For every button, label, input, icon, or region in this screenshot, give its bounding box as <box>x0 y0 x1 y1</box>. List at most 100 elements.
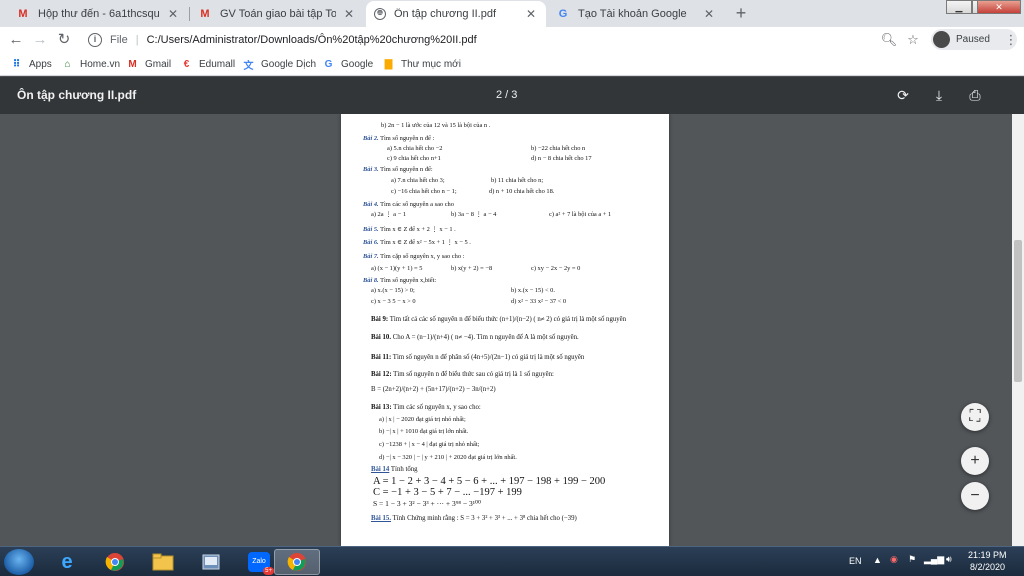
bookmark-star-icon[interactable]: ☆ <box>904 31 922 49</box>
apps-grid-icon: ⠿ <box>12 58 21 70</box>
new-tab-button[interactable]: + <box>731 3 751 23</box>
print-icon[interactable]: ⎙ <box>966 86 984 104</box>
zoom-out-button[interactable]: − <box>961 482 989 510</box>
pdf-line: Bài 3. Tìm số nguyên n để: <box>363 166 433 173</box>
window-close-button[interactable]: ✕ <box>977 0 1021 14</box>
pdf-line: Bài 8. Tìm số nguyên x,biết: <box>363 277 437 284</box>
bookmark-label: Apps <box>29 58 52 70</box>
pdf-line: c) −16 chia hết cho n − 1; <box>391 188 457 195</box>
close-icon[interactable]: ✕ <box>342 7 356 21</box>
bookmark-gmail[interactable]: M Gmail <box>126 56 171 72</box>
pdf-line: b) 3a − 8 ⋮ a − 4 <box>451 211 497 218</box>
tab-gv-toan[interactable]: M GV Toán giao bài tập Toán trong ✕ <box>190 1 364 27</box>
google-icon: G <box>558 8 568 20</box>
flag-icon[interactable]: ⚑ <box>908 554 916 565</box>
bookmark-apps[interactable]: ⠿ Apps <box>10 56 52 72</box>
close-icon[interactable]: ✕ <box>524 7 538 21</box>
bookmark-folder[interactable]: ▇ Thư mục mới <box>382 56 461 72</box>
google-icon: G <box>324 58 333 70</box>
pdf-line: a) (x − 1)(y + 1) = 5 <box>371 265 423 272</box>
pdf-toolbar: Ôn tập chương II.pdf 2 / 3 ⟳ ⤓ ⎙ <box>0 77 1024 114</box>
info-icon[interactable]: i <box>88 33 102 47</box>
start-button[interactable] <box>4 549 34 575</box>
tab-title: GV Toán giao bài tập Toán trong <box>220 8 336 20</box>
signal-icon[interactable]: ▂▄▆ <box>924 554 944 565</box>
download-icon[interactable]: ⤓ <box>930 86 948 104</box>
back-button[interactable]: ← <box>6 30 26 50</box>
pdf-line: c) 9 chia hết cho n+1 <box>387 155 441 162</box>
tab-title: Ôn tập chương II.pdf <box>394 8 497 20</box>
bookmark-label: Gmail <box>145 58 172 70</box>
tab-inbox[interactable]: M Hộp thư đến - 6a1thcsquantoan ✕ <box>8 1 188 27</box>
notification-icon[interactable]: ◉ <box>890 554 898 565</box>
pdf-line: b) 11 chia hết cho n; <box>491 177 544 184</box>
close-icon[interactable]: ✕ <box>702 7 716 21</box>
profile-status: Paused <box>956 34 990 45</box>
bookmark-label: Google Dịch <box>261 58 317 70</box>
fit-to-page-button[interactable]: ⛶ <box>961 403 989 431</box>
pdf-viewport[interactable]: b) 2n − 1 là ước của 12 và 15 là bội của… <box>0 114 1012 546</box>
pdf-line: b) x(y + 2) = −8 <box>451 265 493 272</box>
file-explorer-icon[interactable] <box>140 549 186 575</box>
browser-toolbar: ← → ↻ i File | C:/Users/Administrator/Do… <box>0 27 1024 52</box>
tab-pdf[interactable]: 🌐︎ Ôn tập chương II.pdf ✕ <box>366 1 546 27</box>
gmail-icon: M <box>200 8 210 20</box>
zalo-badge: 5+ <box>263 567 274 575</box>
clock-time[interactable]: 21:19 PM <box>968 550 1007 560</box>
pdf-scrollbar[interactable] <box>1012 114 1024 546</box>
pdf-line: Bài 12: Tìm số nguyên n để biểu thức sau… <box>371 371 554 378</box>
windows-taskbar: e Zalo 5+ EN ▲ ◉ ⚑ ▂▄▆ 🔊︎ 21:19 PM 8/2/2… <box>0 546 1024 576</box>
pdf-line: a) | x | − 2020 đạt giá trị nhỏ nhất; <box>379 416 466 423</box>
close-icon[interactable]: ✕ <box>166 7 180 21</box>
ie-icon[interactable]: e <box>44 549 90 575</box>
pdf-line: C = −1 + 3 − 5 + 7 − ... −197 + 199 <box>373 487 522 498</box>
bookmark-google-dich[interactable]: 文 Google Dịch <box>242 56 317 72</box>
pdf-line: c) xy − 2x − 2y = 0 <box>531 265 581 272</box>
app-icon[interactable] <box>188 549 234 575</box>
pdf-line: a) 7.n chia hết cho 3; <box>391 177 445 184</box>
scrollbar-thumb[interactable] <box>1014 240 1022 382</box>
volume-icon[interactable]: 🔊︎ <box>946 554 952 565</box>
tab-strip: M Hộp thư đến - 6a1thcsquantoan ✕ M GV T… <box>0 0 1024 27</box>
pdf-line: d) n − 8 chia hết cho 17 <box>531 155 592 162</box>
menu-icon[interactable]: ⋮ <box>1002 31 1020 49</box>
rotate-icon[interactable]: ⟳ <box>894 86 912 104</box>
tab-title: Tạo Tài khoản Google <box>578 8 687 20</box>
bookmark-edumall[interactable]: € Edumall <box>180 56 235 72</box>
pdf-line: Bài 13: Tìm các số nguyên x, y sao cho: <box>371 404 481 411</box>
home-icon: ⌂ <box>64 58 71 70</box>
pdf-line: Bài 5. Tìm x ∈ Z để x + 2 ⋮ x − 1 . <box>363 226 456 233</box>
pdf-line: Bài 7. Tìm cặp số nguyên x, y sao cho : <box>363 253 465 260</box>
address-bar[interactable]: i File | C:/Users/Administrator/Download… <box>80 29 925 51</box>
pdf-line: Bài 14 Tính tổng <box>371 466 418 473</box>
bookmark-google[interactable]: G Google <box>322 56 374 72</box>
reload-button[interactable]: ↻ <box>54 30 74 50</box>
language-indicator[interactable]: EN <box>849 556 862 566</box>
edumall-icon: € <box>183 58 190 70</box>
pdf-line: Bài 2. Tìm số nguyên n để : <box>363 135 435 142</box>
pdf-line: a) x.(x − 15) > 0; <box>371 287 415 294</box>
gmail-icon: M <box>18 8 28 20</box>
pdf-line: c) a² + 7 là bội của a + 1 <box>549 211 612 218</box>
clock-date[interactable]: 8/2/2020 <box>970 562 1005 572</box>
bookmarks-bar: ⠿ Apps ⌂ Home.vn M Gmail € Edumall 文 Goo… <box>0 52 1024 76</box>
zoom-in-button[interactable]: + <box>961 447 989 475</box>
pdf-line: Bài 15. Tính Chứng minh rằng : S = 3 + 3… <box>371 515 577 522</box>
bookmark-label: Edumall <box>199 58 236 70</box>
tab-google-account[interactable]: G Tạo Tài khoản Google ✕ <box>548 1 724 27</box>
minimize-button[interactable]: ▁ <box>946 0 972 14</box>
pdf-line: Bài 4. Tìm các số nguyên a sao cho <box>363 201 454 208</box>
page-indicator: 2 / 3 <box>496 89 518 101</box>
forward-button[interactable]: → <box>30 30 50 50</box>
pdf-line: b) −22 chia hết cho n <box>531 145 586 152</box>
tray-expand-icon[interactable]: ▲ <box>873 555 882 565</box>
pdf-line: Bài 10. Cho A = (n−1)/(n+4) ( n≠ −4). Tì… <box>371 334 579 341</box>
pdf-line: b) −| x | + 1010 đạt giá trị lớn nhất. <box>379 428 469 435</box>
zoom-icon[interactable]: 🔍︎ <box>880 31 898 49</box>
chrome-icon[interactable] <box>92 549 138 575</box>
pdf-line: c) −1238 + | x − 4 | đạt giá trị nhỏ nhấ… <box>379 441 480 448</box>
pdf-line: b) 2n − 1 là ước của 12 và 15 là bội của… <box>381 122 491 129</box>
tab-title: Hộp thư đến - 6a1thcsquantoan <box>38 8 160 20</box>
bookmark-home-vn[interactable]: ⌂ Home.vn <box>61 56 120 72</box>
chrome-active-icon[interactable] <box>274 549 320 575</box>
